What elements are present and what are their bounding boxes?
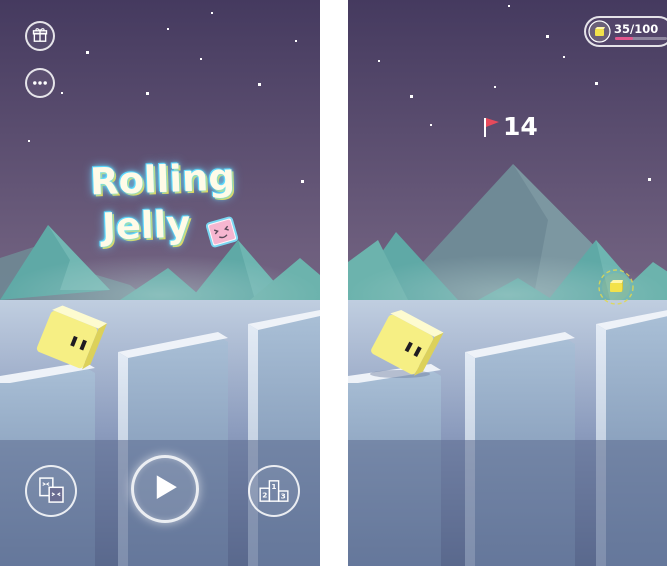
play-button[interactable] bbox=[131, 455, 199, 523]
coin-progress-bar bbox=[615, 37, 667, 40]
menu-screen: Rolling Jelly 2 1 3 bbox=[0, 0, 320, 566]
leaderboard-icon: 2 1 3 bbox=[259, 480, 289, 502]
flag-icon bbox=[484, 118, 499, 137]
rank-2-label: 2 bbox=[262, 490, 267, 499]
jelly-coin-icon bbox=[588, 20, 611, 43]
leaderboard-button[interactable]: 2 1 3 bbox=[248, 465, 300, 517]
coin-progress-fill bbox=[615, 37, 634, 40]
coin-count: 35/100 bbox=[614, 22, 659, 36]
coin-counter: 35/100 bbox=[584, 16, 667, 47]
score-value: 14 bbox=[503, 111, 538, 141]
jelly-coin-pickup bbox=[598, 269, 634, 305]
rank-1-label: 1 bbox=[271, 482, 276, 491]
game-logo: Rolling Jelly bbox=[70, 155, 270, 265]
score-display: 14 bbox=[481, 111, 538, 141]
more-icon bbox=[33, 81, 47, 85]
rank-3-label: 3 bbox=[281, 491, 286, 500]
play-icon bbox=[156, 475, 177, 500]
gift-button[interactable] bbox=[25, 21, 55, 51]
more-button[interactable] bbox=[25, 68, 55, 98]
gift-icon bbox=[32, 28, 48, 42]
logo-line-2: Jelly bbox=[101, 202, 192, 249]
game-screen: 35/100 14 bbox=[348, 0, 667, 566]
skins-icon bbox=[39, 477, 64, 503]
pink-jelly-icon bbox=[205, 216, 239, 248]
skins-button[interactable] bbox=[25, 465, 77, 517]
logo-line-1: Rolling bbox=[89, 155, 236, 204]
